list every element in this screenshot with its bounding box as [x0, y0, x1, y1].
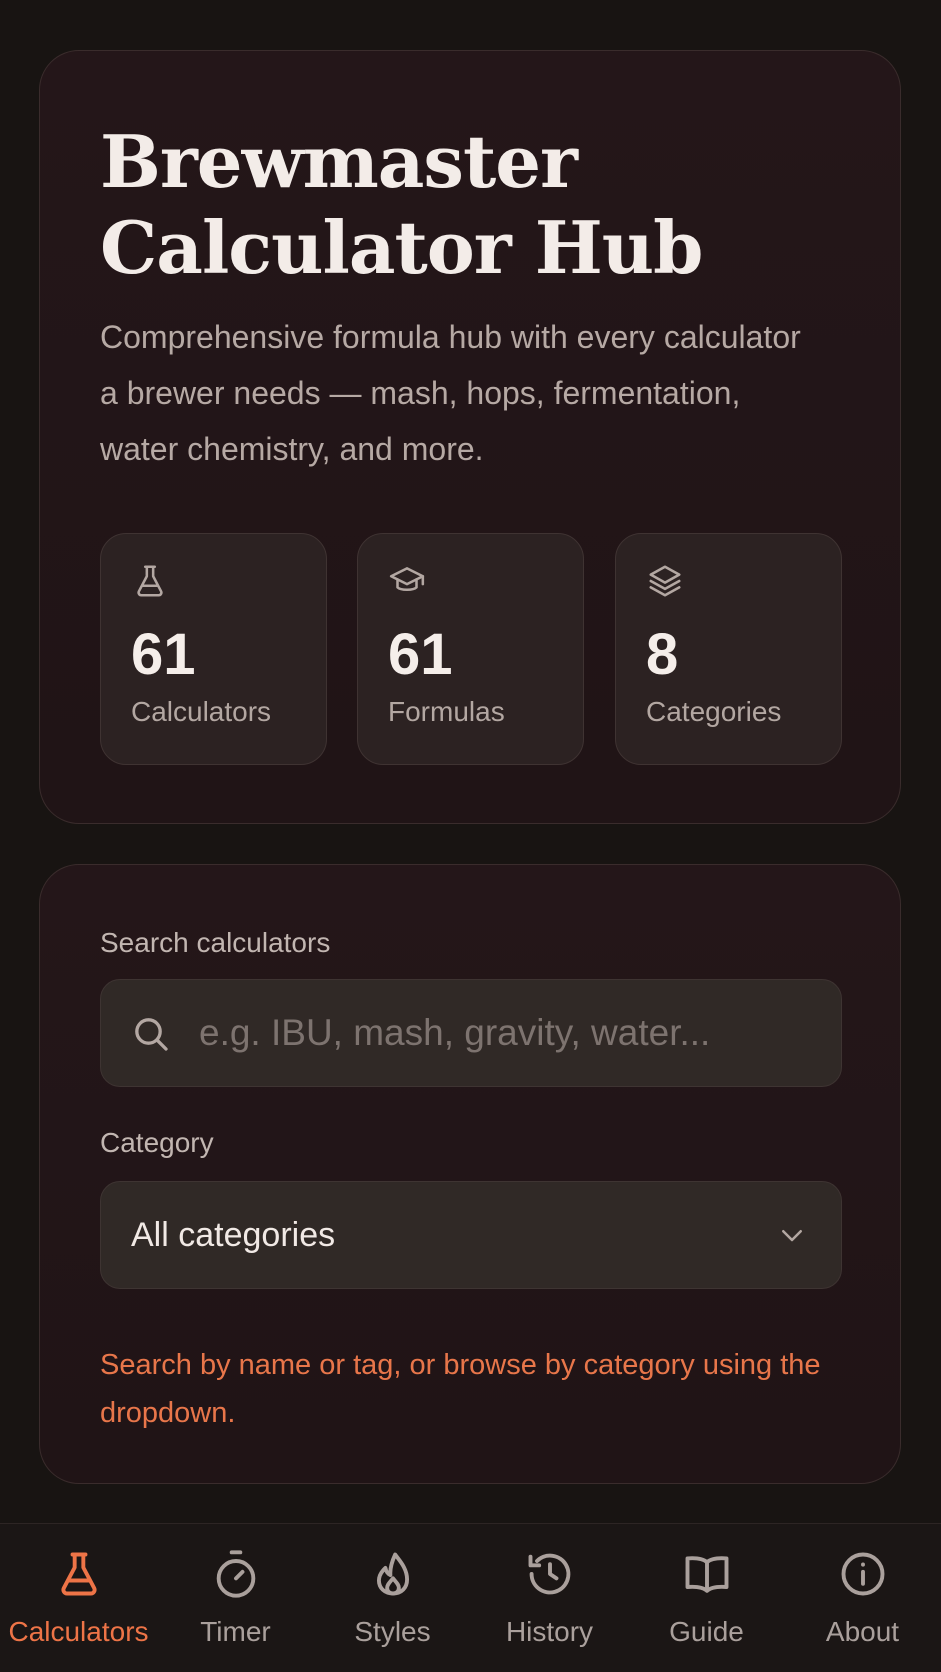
category-selected-value: All categories: [131, 1216, 336, 1254]
category-label: Category: [100, 1127, 214, 1158]
nav-item-about[interactable]: About: [784, 1524, 941, 1672]
category-select[interactable]: All categories: [100, 1181, 842, 1289]
nav-label: Timer: [200, 1616, 271, 1647]
page-title: Brewmaster Calculator Hub: [100, 119, 704, 290]
history-icon: [524, 1548, 576, 1600]
flask-icon: [53, 1548, 105, 1600]
nav-label: Calculators: [8, 1616, 149, 1647]
nav-label: About: [825, 1616, 900, 1647]
stat-formulas: 61 Formulas: [357, 533, 584, 765]
nav-item-history[interactable]: History: [471, 1524, 628, 1672]
nav-item-calculators[interactable]: Calculators: [0, 1524, 157, 1672]
layers-icon: [646, 562, 684, 600]
stat-label: Calculators: [131, 696, 272, 727]
app-screen: Brewmaster Calculator Hub Comprehensive …: [0, 0, 941, 1672]
info-icon: [837, 1548, 889, 1600]
stat-value: 8: [646, 622, 679, 687]
book-icon: [681, 1548, 733, 1600]
stat-calculators: 61 Calculators: [100, 533, 327, 765]
nav-item-timer[interactable]: Timer: [157, 1524, 314, 1672]
stats-row: 61 Calculators 61 Formulas 8 Categories: [100, 533, 842, 765]
graduation-cap-icon: [388, 562, 426, 600]
filters-card: Search calculators Category All categori…: [39, 864, 901, 1484]
page-subtitle: Comprehensive formula hub with every cal…: [100, 319, 801, 467]
nav-item-guide[interactable]: Guide: [628, 1524, 785, 1672]
stat-categories: 8 Categories: [615, 533, 842, 765]
flask-icon: [131, 562, 169, 600]
search-label: Search calculators: [100, 927, 331, 958]
stopwatch-icon: [210, 1548, 262, 1600]
search-input[interactable]: [199, 1000, 809, 1066]
stat-label: Categories: [646, 696, 782, 727]
stat-value: 61: [131, 622, 196, 687]
flame-icon: [367, 1548, 419, 1600]
nav-label: Styles: [354, 1616, 431, 1647]
chevron-down-icon: [777, 1220, 807, 1250]
nav-label: History: [505, 1616, 594, 1647]
stat-value: 61: [388, 622, 453, 687]
nav-item-styles[interactable]: Styles: [314, 1524, 471, 1672]
stat-label: Formulas: [388, 696, 505, 727]
search-box[interactable]: [100, 979, 842, 1087]
bottom-nav: Calculators Timer Styles History Guide A…: [0, 1523, 941, 1672]
hero-card: Brewmaster Calculator Hub Comprehensive …: [39, 50, 901, 824]
search-icon: [131, 1014, 171, 1054]
search-hint: Search by name or tag, or browse by cate…: [100, 1349, 821, 1429]
nav-label: Guide: [669, 1616, 744, 1647]
